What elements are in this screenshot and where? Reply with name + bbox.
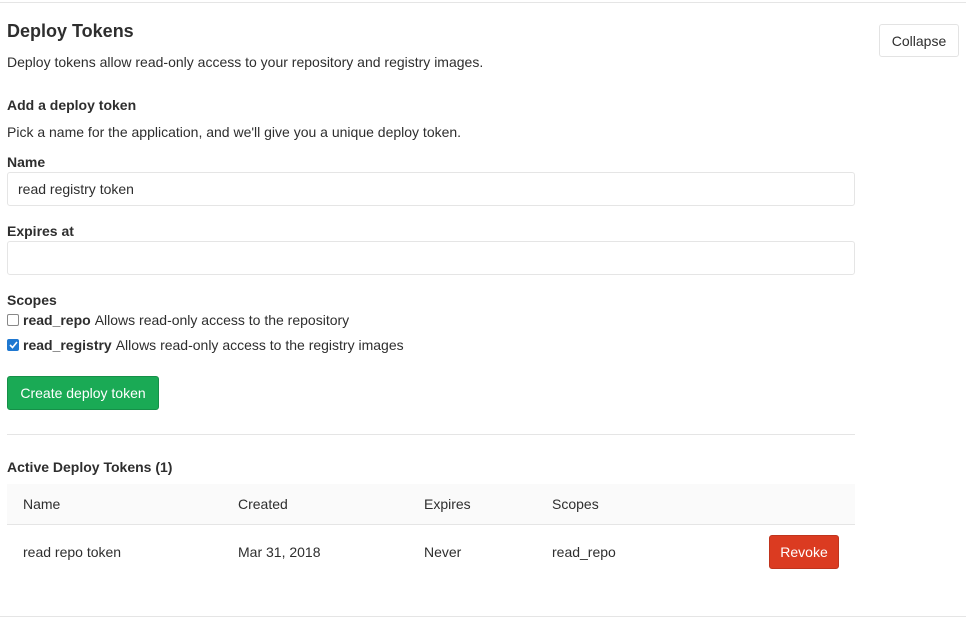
read-registry-checkbox[interactable]: [7, 339, 19, 351]
column-header-expires: Expires: [424, 496, 471, 512]
token-created: Mar 31, 2018: [238, 544, 321, 560]
token-name: read repo token: [23, 544, 122, 560]
add-token-intro: Pick a name for the application, and we'…: [7, 124, 462, 140]
token-expires: Never: [424, 544, 462, 560]
bottom-divider: [0, 616, 966, 617]
column-header-scopes: Scopes: [552, 496, 599, 512]
scope-read-registry[interactable]: read_registry Allows read-only access to…: [7, 337, 404, 353]
page-title: Deploy Tokens: [7, 21, 134, 41]
expires-input[interactable]: [7, 241, 855, 275]
section-description: Deploy tokens allow read-only access to …: [7, 54, 484, 70]
scopes-label: Scopes: [7, 292, 57, 308]
scope-name: read_registry: [23, 337, 112, 353]
scope-description: Allows read-only access to the registry …: [115, 337, 404, 353]
active-tokens-heading: Active Deploy Tokens (1): [7, 459, 173, 475]
read-repo-checkbox[interactable]: [7, 314, 19, 326]
scope-read-repo[interactable]: read_repo Allows read-only access to the…: [7, 312, 349, 328]
create-deploy-token-button[interactable]: Create deploy token: [7, 376, 159, 410]
token-scopes: read_repo: [552, 544, 616, 560]
scope-description: Allows read-only access to the repositor…: [94, 312, 350, 328]
top-divider: [0, 2, 966, 3]
collapse-button[interactable]: Collapse: [879, 24, 959, 57]
scope-name: read_repo: [23, 312, 91, 328]
column-header-name: Name: [23, 496, 61, 512]
checkmark-icon: [8, 341, 18, 349]
form-divider: [7, 434, 855, 435]
add-token-heading: Add a deploy token: [7, 97, 137, 113]
revoke-button[interactable]: Revoke: [769, 535, 839, 569]
column-header-created: Created: [238, 496, 288, 512]
tokens-table-header: Name Created Expires Scopes: [7, 484, 855, 525]
expires-label: Expires at: [7, 223, 74, 239]
table-row: read repo token Mar 31, 2018 Never read_…: [7, 525, 855, 580]
name-label: Name: [7, 154, 46, 170]
name-input[interactable]: [7, 172, 855, 206]
